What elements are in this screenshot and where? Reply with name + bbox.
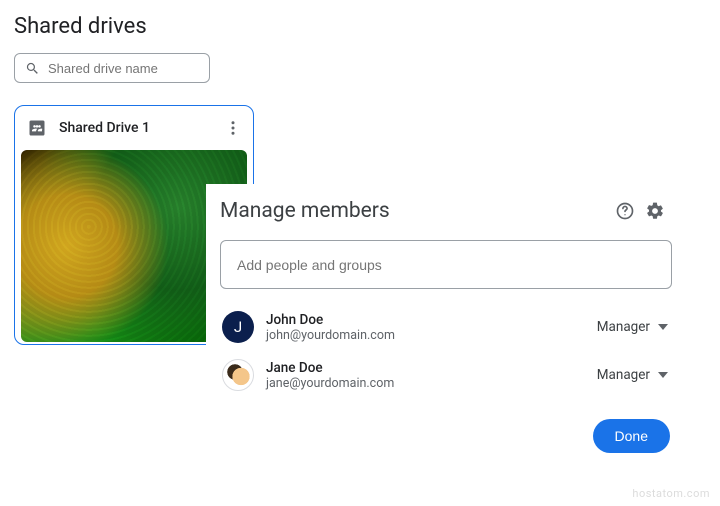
member-name: Jane Doe <box>266 360 583 376</box>
role-dropdown[interactable]: Manager <box>595 315 670 339</box>
member-name: John Doe <box>266 312 583 328</box>
member-row: J John Doe john@yourdomain.com Manager <box>216 303 676 351</box>
add-people-input[interactable] <box>237 257 655 273</box>
done-button[interactable]: Done <box>593 419 670 453</box>
member-email: john@yourdomain.com <box>266 328 583 343</box>
avatar: J <box>222 311 254 343</box>
more-vert-icon <box>224 119 242 137</box>
search-shared-drives[interactable] <box>14 53 210 83</box>
chevron-down-icon <box>658 372 668 378</box>
search-icon <box>25 61 40 76</box>
chevron-down-icon <box>658 324 668 330</box>
settings-button[interactable] <box>640 196 670 226</box>
role-dropdown[interactable]: Manager <box>595 363 670 387</box>
drive-more-button[interactable] <box>221 116 245 140</box>
search-input[interactable] <box>48 61 224 76</box>
help-button[interactable] <box>610 196 640 226</box>
drive-name: Shared Drive 1 <box>59 120 209 136</box>
dialog-title: Manage members <box>220 199 610 223</box>
shared-drive-icon <box>27 118 47 138</box>
page-title: Shared drives <box>0 0 720 39</box>
avatar <box>222 359 254 391</box>
member-row: Jane Doe jane@yourdomain.com Manager <box>216 351 676 399</box>
watermark: hostatom.com <box>632 487 710 500</box>
help-icon <box>615 201 635 221</box>
role-label: Manager <box>597 367 650 383</box>
manage-members-dialog: Manage members J John Doe john@yourdomai… <box>206 184 686 467</box>
add-people-field[interactable] <box>220 240 672 289</box>
gear-icon <box>645 201 665 221</box>
role-label: Manager <box>597 319 650 335</box>
member-email: jane@yourdomain.com <box>266 376 583 391</box>
